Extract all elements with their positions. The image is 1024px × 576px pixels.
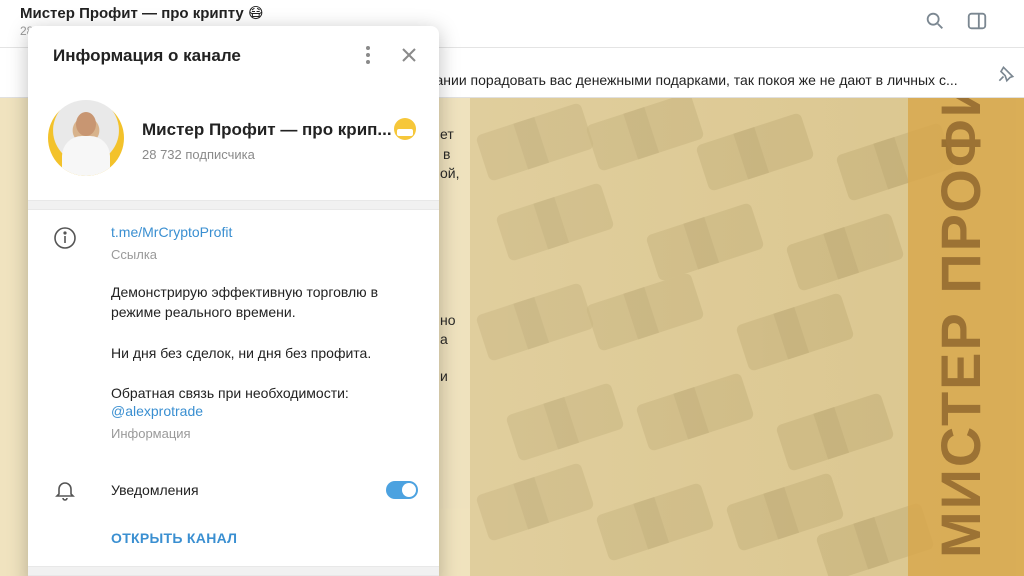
link-label: Ссылка — [111, 247, 158, 262]
message-fragment: ой, — [440, 165, 460, 181]
message-fragment: а — [440, 331, 448, 347]
channel-info-modal: Информация о канале Мистер Профит — про … — [28, 26, 439, 576]
description-line: Ни дня без сделок, ни дня без профита. — [111, 345, 372, 361]
subscriber-count: 28 732 подписчика — [142, 147, 255, 162]
message-fragment: в — [443, 146, 451, 162]
sidebar-toggle-icon[interactable] — [966, 10, 988, 32]
info-icon — [54, 227, 76, 249]
channel-profile: Мистер Профит — про крип... 28 732 подпи… — [28, 86, 439, 200]
message-fragment: ет — [440, 126, 454, 142]
avatar[interactable] — [48, 100, 124, 176]
channel-banner-image: МИСТЕР ПРОФИТ — [908, 98, 1024, 576]
channel-link[interactable]: t.me/MrCryptoProfit — [111, 224, 232, 240]
message-fragment: но — [440, 312, 456, 328]
contact-mention-link[interactable]: @alexprotrade — [111, 403, 203, 419]
search-icon[interactable] — [924, 10, 946, 32]
open-channel-button[interactable]: ОТКРЫТЬ КАНАЛ — [111, 530, 237, 546]
pinned-message-text: елании порадовать вас денежными подаркам… — [420, 72, 958, 88]
channel-name: Мистер Профит — про крип... — [142, 120, 392, 139]
modal-header: Информация о канале — [28, 26, 439, 86]
section-divider — [28, 566, 439, 576]
info-label: Информация — [111, 426, 191, 441]
section-divider — [28, 200, 439, 210]
notifications-toggle[interactable] — [386, 481, 418, 499]
pin-icon[interactable] — [996, 64, 1016, 84]
chat-title[interactable]: Мистер Профит — про крипту 😷 — [20, 4, 264, 22]
message-fragment: и — [440, 368, 448, 384]
modal-title: Информация о канале — [53, 46, 241, 65]
bell-icon — [55, 482, 75, 501]
banner-text: МИСТЕР ПРОФИТ — [929, 98, 992, 558]
description-line: Обратная связь при необходимости: — [111, 385, 349, 401]
mask-emoji-icon — [394, 118, 416, 140]
more-options-icon[interactable] — [358, 44, 378, 66]
close-icon[interactable] — [399, 45, 419, 65]
description-line: Демонстрирую эффективную торговлю в режи… — [111, 284, 379, 320]
notifications-label: Уведомления — [111, 482, 199, 498]
toggle-knob — [402, 483, 416, 497]
